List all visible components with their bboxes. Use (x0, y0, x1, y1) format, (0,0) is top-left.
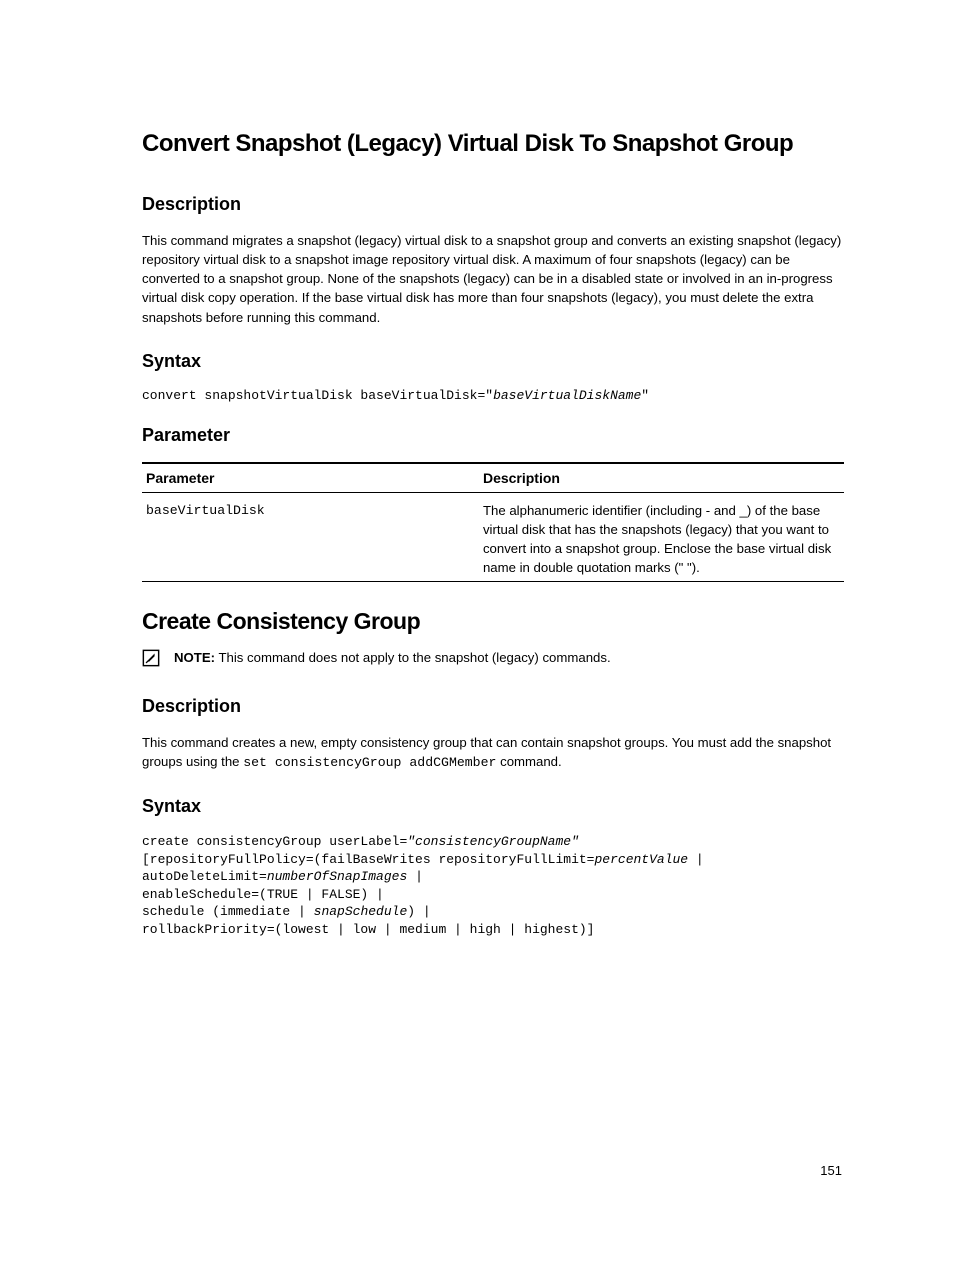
heading-parameter: Parameter (142, 425, 844, 446)
table-header-row: Parameter Description (142, 463, 844, 493)
table-row: baseVirtualDisk The alphanumeric identif… (142, 492, 844, 582)
th-description: Description (479, 463, 844, 493)
description-body-2: This command creates a new, empty consis… (142, 733, 844, 772)
section-title-convert: Convert Snapshot (Legacy) Virtual Disk T… (142, 130, 844, 158)
note-text: NOTE: This command does not apply to the… (174, 649, 611, 667)
note-body: This command does not apply to the snaps… (215, 650, 611, 665)
section-title-create: Create Consistency Group (142, 608, 844, 635)
document-page: Convert Snapshot (Legacy) Virtual Disk T… (0, 0, 954, 1268)
page-number: 151 (820, 1163, 842, 1178)
note-label: NOTE: (174, 650, 215, 665)
heading-syntax-1: Syntax (142, 351, 844, 372)
syntax-code-1: convert snapshotVirtualDisk baseVirtualD… (142, 388, 844, 403)
description-body-1: This command migrates a snapshot (legacy… (142, 231, 844, 327)
heading-description-1: Description (142, 194, 844, 215)
heading-syntax-2: Syntax (142, 796, 844, 817)
td-param-name: baseVirtualDisk (142, 492, 479, 582)
parameter-table: Parameter Description baseVirtualDisk Th… (142, 462, 844, 583)
heading-description-2: Description (142, 696, 844, 717)
syntax-code-2: create consistencyGroup userLabel="consi… (142, 833, 844, 938)
note-icon (142, 649, 160, 667)
td-param-desc: The alphanumeric identifier (including -… (479, 492, 844, 582)
note-block: NOTE: This command does not apply to the… (142, 649, 844, 667)
th-parameter: Parameter (142, 463, 479, 493)
